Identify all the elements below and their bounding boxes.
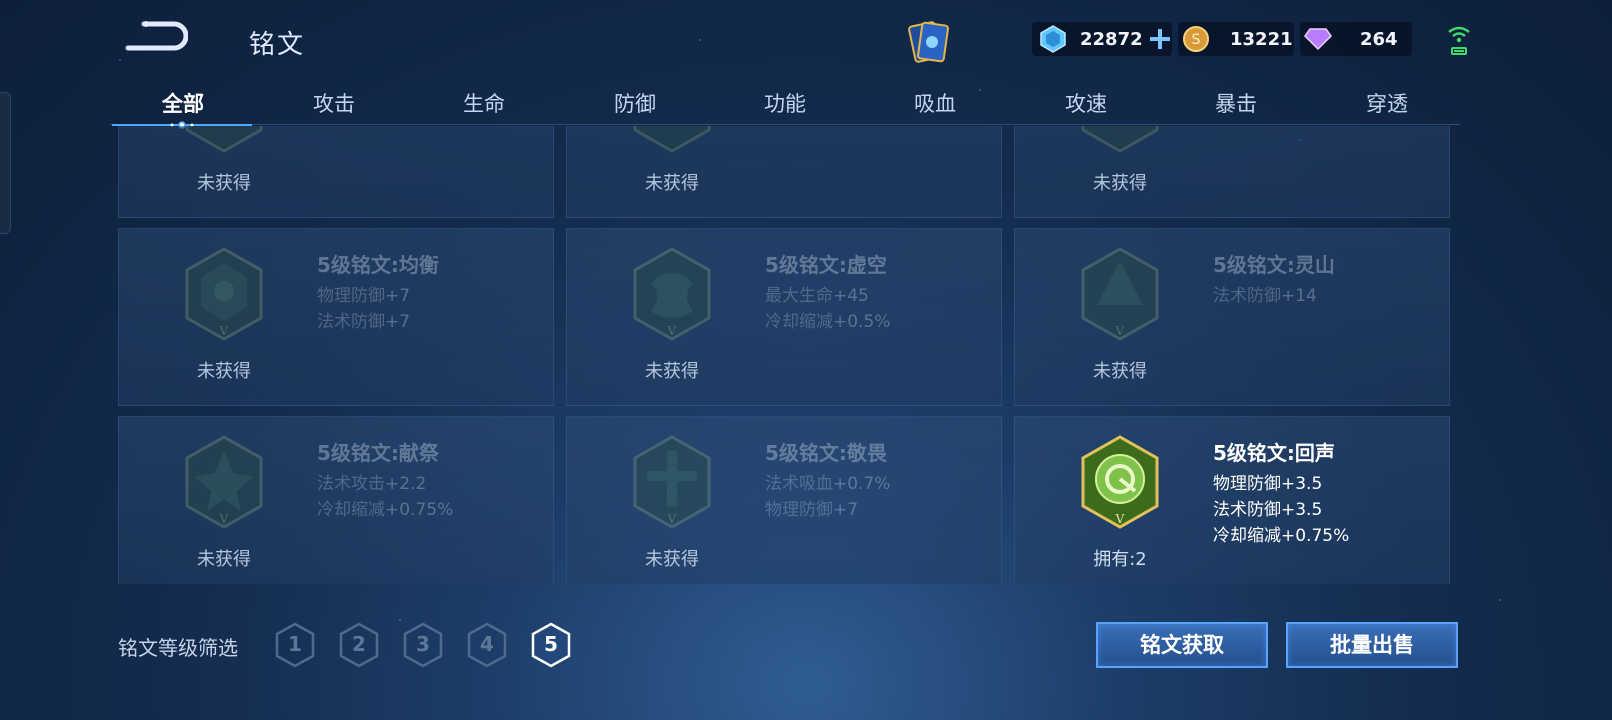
inscription-name: 5级铭文:敬畏 xyxy=(765,441,887,465)
diamond-amount: 264 xyxy=(1360,28,1398,50)
attribute-row: 物理防御+3.5 xyxy=(1213,474,1323,494)
category-tabs: 全部 攻击 生命 防御 功能 吸血 攻速 暴击 穿透 xyxy=(110,80,1460,126)
level-filter-5[interactable]: 5 xyxy=(530,622,572,668)
attribute-row: 法术吸血+0.7% xyxy=(765,474,891,494)
level-filter-4[interactable]: 4 xyxy=(466,622,508,668)
inscription-card[interactable]: V 未获得 5级铭文:献祭 法术攻击+2.2 冷却缩减+0.75% xyxy=(118,416,554,584)
attribute-row: 冷却缩减+0.75% xyxy=(317,500,454,520)
svg-text:V: V xyxy=(219,512,229,526)
svg-text:V: V xyxy=(1115,324,1125,338)
inscription-attributes: 物理防御+7 法术防御+7 xyxy=(317,283,410,335)
inscription-status: 未获得 xyxy=(645,173,699,194)
side-drawer-handle[interactable] xyxy=(0,92,11,234)
inscription-card[interactable]: V 未获得 5级铭文:虚空 最大生命+45 冷却缩减+0.5% xyxy=(566,228,1002,406)
inscription-attributes: 物理防御+3.5 法术防御+3.5 冷却缩减+0.75% xyxy=(1213,471,1349,549)
inscription-emblem-icon: V xyxy=(185,435,263,529)
attribute-row: 法术攻击+2.2 xyxy=(317,474,427,494)
inscription-attributes: 法术吸血+0.7% 物理防御+7 xyxy=(765,471,890,523)
inscription-emblem-icon xyxy=(1081,126,1159,153)
attribute-row: 最大生命+45 xyxy=(765,286,869,306)
acquire-inscription-button[interactable]: 铭文获取 xyxy=(1096,622,1268,668)
back-arrow-icon xyxy=(125,21,189,51)
inscription-status: 未获得 xyxy=(1093,173,1147,194)
attribute-row: 物理防御+7 xyxy=(765,500,859,520)
inscription-emblem-icon xyxy=(633,126,711,153)
tab-divider xyxy=(110,124,1460,125)
attribute-row: 物理防御+7 xyxy=(317,286,411,306)
inscription-name: 5级铭文:灵山 xyxy=(1213,253,1335,277)
inscription-name: 5级铭文:回声 xyxy=(1213,441,1335,465)
diamond-icon xyxy=(1304,28,1332,51)
inscription-emblem-icon: V xyxy=(1081,435,1159,529)
inscription-name: 5级铭文:均衡 xyxy=(317,253,439,277)
inscription-card[interactable]: V 未获得 5级铭文:灵山 法术防御+14 xyxy=(1014,228,1450,406)
attribute-row: 法术防御+14 xyxy=(1213,286,1317,306)
inscription-emblem-icon: V xyxy=(633,435,711,529)
inscription-status: 未获得 xyxy=(197,549,251,570)
tab-all[interactable]: 全部 xyxy=(113,88,253,118)
inscription-owned-count: 拥有:2 xyxy=(1093,549,1147,570)
inscription-name: 5级铭文:献祭 xyxy=(317,441,439,465)
attribute-row: 法术防御+3.5 xyxy=(1213,500,1323,520)
gem-icon xyxy=(1040,25,1066,53)
level-filter-label: 铭文等级筛选 xyxy=(118,636,238,660)
page-title: 铭文 xyxy=(249,30,306,60)
svg-text:V: V xyxy=(667,324,677,338)
tab-attack[interactable]: 攻击 xyxy=(264,88,404,118)
svg-text:V: V xyxy=(219,324,229,338)
attribute-row: 冷却缩减+0.5% xyxy=(765,312,891,332)
inscription-emblem-icon: V xyxy=(633,247,711,341)
tab-lifesteal[interactable]: 吸血 xyxy=(865,88,1005,118)
gem-currency: 22872 xyxy=(1032,22,1172,56)
network-status-icon xyxy=(1446,22,1472,58)
diamond-currency: 264 xyxy=(1300,22,1412,56)
inscription-name: 5级铭文:虚空 xyxy=(765,253,887,277)
inscription-cards-icon[interactable] xyxy=(902,18,956,66)
inscription-card-owned[interactable]: V 拥有:2 5级铭文:回声 物理防御+3.5 法术防御+3.5 冷却缩减+0.… xyxy=(1014,416,1450,584)
inscription-status: 未获得 xyxy=(645,549,699,570)
tab-attack-speed[interactable]: 攻速 xyxy=(1016,88,1156,118)
bulk-sell-button[interactable]: 批量出售 xyxy=(1286,622,1458,668)
inscription-card[interactable]: 未获得 xyxy=(566,126,1002,218)
gold-coin-icon: S xyxy=(1183,26,1209,52)
inscription-card[interactable]: 未获得 xyxy=(118,126,554,218)
gold-amount: 13221 xyxy=(1230,28,1293,50)
inscription-grid: 未获得 未获得 未获得 V 未获得 5级铭文:均衡 物理防御+7 法术防御+7 … xyxy=(118,126,1450,584)
tab-crit[interactable]: 暴击 xyxy=(1166,88,1306,118)
tab-health[interactable]: 生命 xyxy=(414,88,554,118)
inscription-card[interactable]: V 未获得 5级铭文:均衡 物理防御+7 法术防御+7 xyxy=(118,228,554,406)
inscription-status: 未获得 xyxy=(1093,361,1147,382)
inscription-attributes: 法术攻击+2.2 冷却缩减+0.75% xyxy=(317,471,453,523)
inscription-emblem-icon: V xyxy=(1081,247,1159,341)
attribute-row: 法术防御+7 xyxy=(317,312,411,332)
back-button[interactable] xyxy=(124,18,189,54)
level-filter-2[interactable]: 2 xyxy=(338,622,380,668)
inscription-emblem-icon: V xyxy=(185,247,263,341)
inscription-attributes: 最大生命+45 冷却缩减+0.5% xyxy=(765,283,890,335)
inscription-card[interactable]: 未获得 xyxy=(1014,126,1450,218)
level-filter-3[interactable]: 3 xyxy=(402,622,444,668)
inscription-status: 未获得 xyxy=(197,173,251,194)
tab-function[interactable]: 功能 xyxy=(715,88,855,118)
gem-amount: 22872 xyxy=(1080,28,1143,50)
tab-defense[interactable]: 防御 xyxy=(565,88,705,118)
svg-text:S: S xyxy=(1192,32,1201,48)
gold-currency: S 13221 xyxy=(1178,22,1294,56)
inscription-status: 未获得 xyxy=(645,361,699,382)
attribute-row: 冷却缩减+0.75% xyxy=(1213,526,1350,546)
svg-text:V: V xyxy=(667,512,677,526)
inscription-status: 未获得 xyxy=(197,361,251,382)
add-gem-icon[interactable] xyxy=(1149,28,1171,50)
tab-penetration[interactable]: 穿透 xyxy=(1317,88,1457,118)
inscription-emblem-icon xyxy=(185,126,263,153)
inscription-attributes: 法术防御+14 xyxy=(1213,283,1317,309)
inscription-card[interactable]: V 未获得 5级铭文:敬畏 法术吸血+0.7% 物理防御+7 xyxy=(566,416,1002,584)
level-filter-1[interactable]: 1 xyxy=(274,622,316,668)
svg-text:V: V xyxy=(1115,512,1125,526)
